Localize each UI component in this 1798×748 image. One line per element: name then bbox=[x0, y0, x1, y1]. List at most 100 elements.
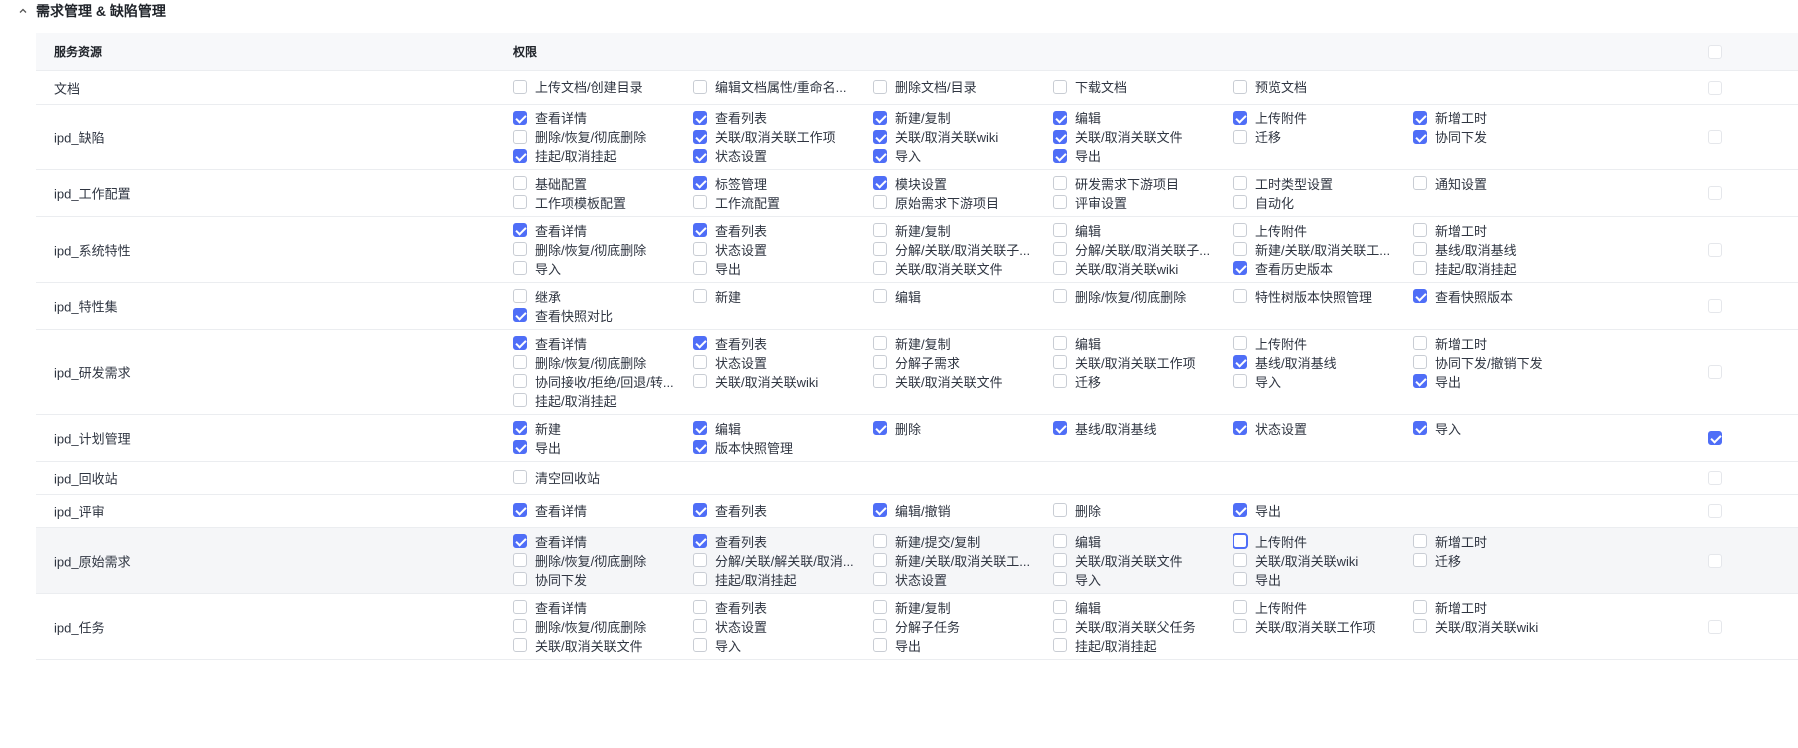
permission-checkbox[interactable] bbox=[513, 374, 527, 388]
permission-option[interactable]: 关联/取消关联wiki bbox=[1053, 259, 1233, 278]
permission-checkbox[interactable] bbox=[693, 600, 707, 614]
permission-option[interactable]: 基线/取消基线 bbox=[1233, 353, 1413, 372]
permission-option[interactable]: 查看历史版本 bbox=[1233, 259, 1413, 278]
permission-checkbox[interactable] bbox=[1233, 534, 1247, 548]
permission-option[interactable]: 分解/关联/取消关联子... bbox=[873, 240, 1053, 259]
permission-checkbox[interactable] bbox=[513, 129, 527, 144]
permission-checkbox[interactable] bbox=[1233, 195, 1247, 209]
permission-checkbox[interactable] bbox=[873, 638, 887, 652]
permission-checkbox[interactable] bbox=[873, 261, 887, 275]
permission-option[interactable]: 标签管理 bbox=[693, 174, 873, 193]
permission-checkbox[interactable] bbox=[1233, 553, 1247, 567]
permission-option[interactable]: 版本快照管理 bbox=[693, 438, 873, 457]
permission-option[interactable]: 继承 bbox=[513, 287, 693, 306]
permission-checkbox[interactable] bbox=[873, 534, 887, 548]
row-select-all-checkbox[interactable] bbox=[1708, 80, 1722, 95]
permission-option[interactable]: 导入 bbox=[873, 146, 1053, 165]
permission-option[interactable]: 编辑 bbox=[1053, 532, 1233, 551]
permission-option[interactable]: 查看详情 bbox=[513, 221, 693, 240]
permission-checkbox[interactable] bbox=[513, 355, 527, 369]
permission-option[interactable]: 关联/取消关联工作项 bbox=[1233, 617, 1413, 636]
permission-option[interactable]: 分解子任务 bbox=[873, 617, 1053, 636]
permission-option[interactable]: 查看列表 bbox=[693, 532, 873, 551]
permission-checkbox[interactable] bbox=[1053, 176, 1067, 190]
permission-checkbox[interactable] bbox=[873, 129, 887, 144]
row-select-all-checkbox[interactable] bbox=[1708, 619, 1722, 634]
permission-checkbox[interactable] bbox=[873, 374, 887, 388]
permission-checkbox[interactable] bbox=[513, 148, 527, 163]
permission-checkbox[interactable] bbox=[513, 79, 527, 94]
permission-checkbox[interactable] bbox=[1413, 110, 1427, 125]
permission-checkbox[interactable] bbox=[1053, 421, 1067, 435]
permission-checkbox[interactable] bbox=[513, 600, 527, 614]
permission-option[interactable]: 挂起/取消挂起 bbox=[1053, 636, 1233, 655]
permission-option[interactable]: 新建 bbox=[513, 419, 693, 438]
permission-checkbox[interactable] bbox=[1053, 110, 1067, 125]
permission-checkbox[interactable] bbox=[1053, 355, 1067, 369]
permission-checkbox[interactable] bbox=[693, 336, 707, 350]
permission-checkbox[interactable] bbox=[1413, 261, 1427, 275]
permission-checkbox[interactable] bbox=[1053, 289, 1067, 303]
permission-option[interactable]: 新建/复制 bbox=[873, 598, 1053, 617]
permission-option[interactable]: 通知设置 bbox=[1413, 174, 1593, 193]
permission-option[interactable]: 上传附件 bbox=[1233, 598, 1413, 617]
permission-option[interactable]: 挂起/取消挂起 bbox=[1413, 259, 1593, 278]
permission-checkbox[interactable] bbox=[1053, 261, 1067, 275]
permission-option[interactable]: 导入 bbox=[693, 636, 873, 655]
permission-checkbox[interactable] bbox=[1413, 289, 1427, 303]
row-select-all-checkbox[interactable] bbox=[1708, 553, 1722, 568]
permission-option[interactable]: 挂起/取消挂起 bbox=[513, 391, 693, 410]
permission-checkbox[interactable] bbox=[1413, 421, 1427, 435]
row-select-all-checkbox[interactable] bbox=[1708, 186, 1722, 200]
permission-option[interactable]: 状态设置 bbox=[693, 146, 873, 165]
permission-option[interactable]: 上传附件 bbox=[1233, 532, 1413, 551]
permission-checkbox[interactable] bbox=[1413, 600, 1427, 614]
permission-option[interactable]: 新建 bbox=[693, 287, 873, 306]
permission-checkbox[interactable] bbox=[1233, 503, 1247, 518]
permission-checkbox[interactable] bbox=[873, 619, 887, 633]
permission-option[interactable]: 关联/取消关联wiki bbox=[1413, 617, 1593, 636]
permission-option[interactable]: 上传附件 bbox=[1233, 334, 1413, 353]
permission-checkbox[interactable] bbox=[1233, 129, 1247, 144]
permission-option[interactable]: 编辑文档属性/重命名... bbox=[693, 77, 873, 96]
permission-option[interactable]: 关联/取消关联wiki bbox=[1233, 551, 1413, 570]
permission-checkbox[interactable] bbox=[513, 553, 527, 567]
permission-checkbox[interactable] bbox=[1233, 421, 1247, 435]
permission-option[interactable]: 基线/取消基线 bbox=[1053, 419, 1233, 438]
permission-checkbox[interactable] bbox=[1053, 129, 1067, 144]
permission-option[interactable]: 迁移 bbox=[1053, 372, 1233, 391]
permission-checkbox[interactable] bbox=[693, 534, 707, 548]
permission-checkbox[interactable] bbox=[513, 176, 527, 190]
permission-option[interactable]: 导出 bbox=[513, 438, 693, 457]
permission-option[interactable]: 查看列表 bbox=[693, 334, 873, 353]
permission-option[interactable]: 分解/关联/取消关联子... bbox=[1053, 240, 1233, 259]
permission-checkbox[interactable] bbox=[1233, 355, 1247, 369]
permission-checkbox[interactable] bbox=[513, 110, 527, 125]
permission-option[interactable]: 关联/取消关联父任务 bbox=[1053, 617, 1233, 636]
row-select-all-checkbox[interactable] bbox=[1708, 471, 1722, 485]
permission-option[interactable]: 新增工时 bbox=[1413, 221, 1593, 240]
permission-checkbox[interactable] bbox=[693, 619, 707, 633]
permission-checkbox[interactable] bbox=[693, 195, 707, 209]
permission-checkbox[interactable] bbox=[1053, 534, 1067, 548]
permission-option[interactable]: 导入 bbox=[1053, 570, 1233, 589]
permission-option[interactable]: 新建/复制 bbox=[873, 334, 1053, 353]
permission-option[interactable]: 协同接收/拒绝/回退/转... bbox=[513, 372, 693, 391]
permission-option[interactable]: 查看详情 bbox=[513, 334, 693, 353]
permission-option[interactable]: 导出 bbox=[693, 259, 873, 278]
permission-option[interactable]: 关联/取消关联文件 bbox=[1053, 127, 1233, 146]
permission-option[interactable]: 工作流配置 bbox=[693, 193, 873, 212]
permission-checkbox[interactable] bbox=[1053, 195, 1067, 209]
permission-option[interactable]: 关联/取消关联工作项 bbox=[1053, 353, 1233, 372]
permission-checkbox[interactable] bbox=[873, 572, 887, 586]
permission-checkbox[interactable] bbox=[1053, 148, 1067, 163]
permission-option[interactable]: 新建/复制 bbox=[873, 221, 1053, 240]
permission-checkbox[interactable] bbox=[513, 470, 527, 485]
permission-checkbox[interactable] bbox=[1413, 242, 1427, 256]
permission-option[interactable]: 导出 bbox=[1413, 372, 1593, 391]
permission-checkbox[interactable] bbox=[873, 289, 887, 303]
permission-checkbox[interactable] bbox=[873, 148, 887, 163]
permission-checkbox[interactable] bbox=[513, 534, 527, 548]
permission-checkbox[interactable] bbox=[1053, 223, 1067, 237]
permission-option[interactable]: 状态设置 bbox=[693, 617, 873, 636]
